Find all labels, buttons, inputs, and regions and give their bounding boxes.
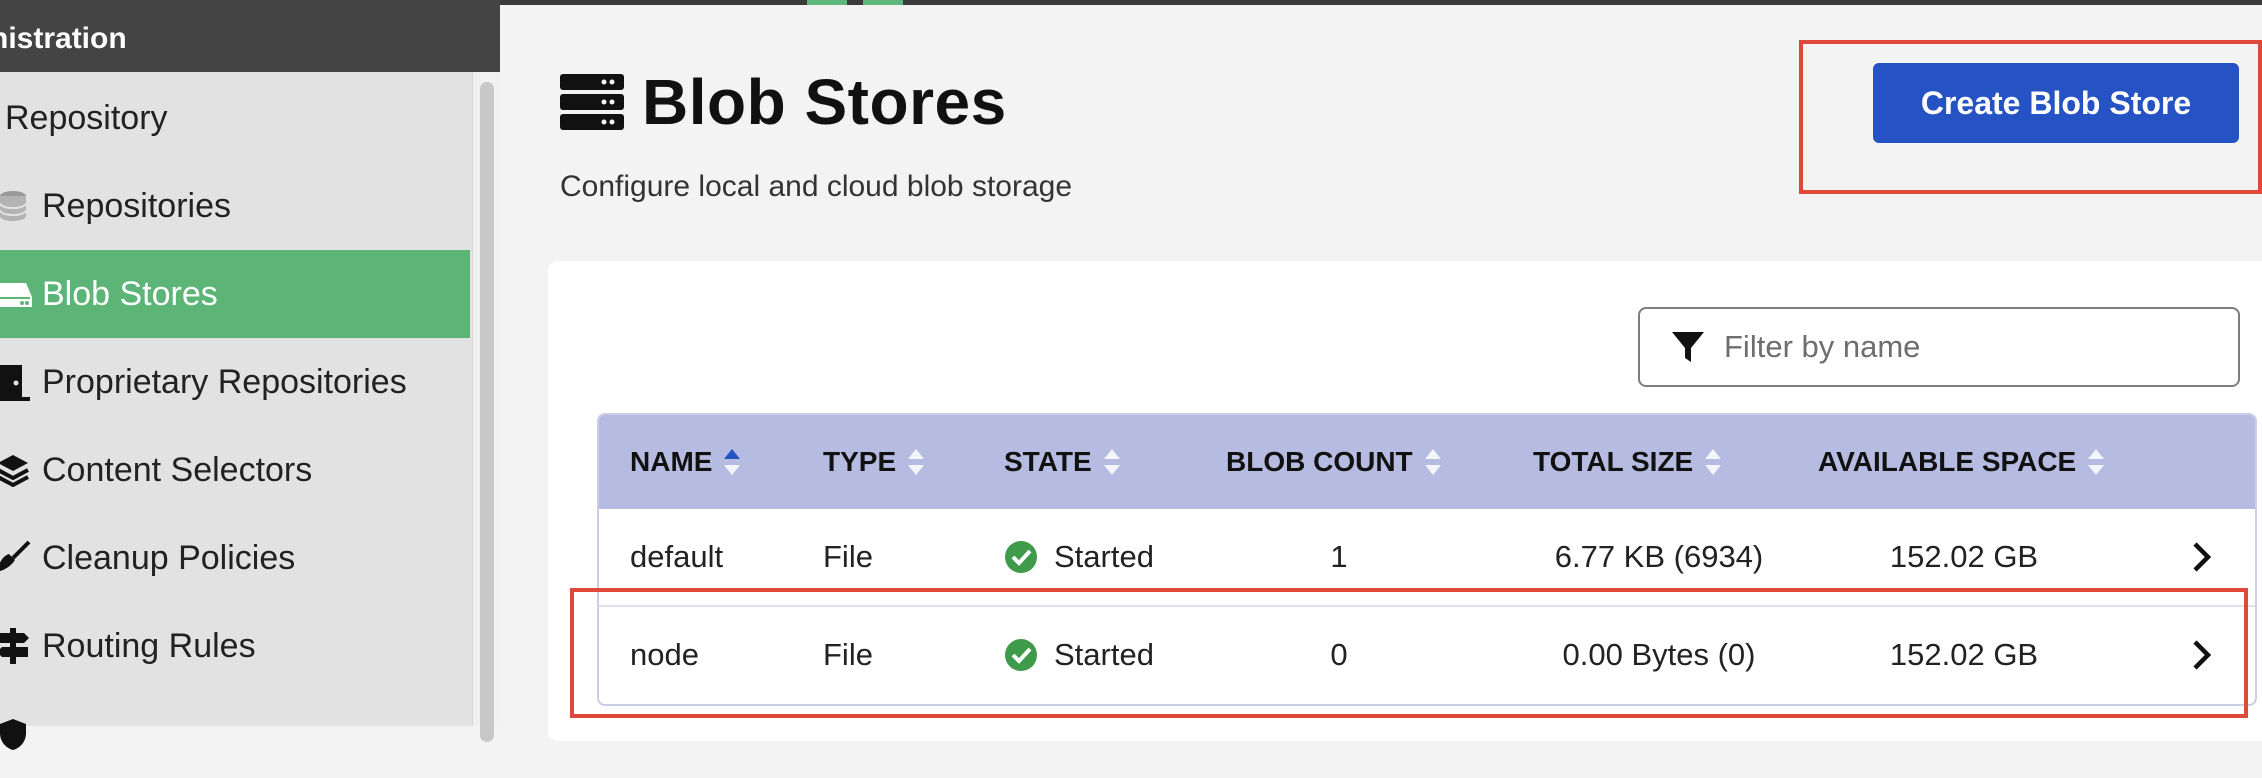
sort-icon <box>1424 449 1441 475</box>
signpost-icon <box>0 625 34 667</box>
broom-icon <box>0 537 34 579</box>
column-header-available-space[interactable]: AVAILABLE SPACE <box>1818 415 2105 509</box>
sidebar-item-label: Proprietary Repositories <box>42 362 407 401</box>
column-label: TYPE <box>823 446 897 477</box>
sort-icon <box>2088 449 2105 475</box>
sidebar-item-content-selectors[interactable]: Content Selectors <box>0 426 470 514</box>
filter-icon <box>1672 332 1704 362</box>
highlight-annotation-node-row <box>570 588 2248 718</box>
sidebar-item-label: Routing Rules <box>42 626 256 665</box>
door-icon <box>0 361 34 403</box>
sort-icon <box>908 449 925 475</box>
server-stack-icon <box>560 74 624 130</box>
sort-icon <box>1103 449 1120 475</box>
column-label: NAME <box>630 446 713 477</box>
page-header: Blob Stores <box>560 65 1007 139</box>
sort-icon <box>1705 449 1722 475</box>
sidebar-item-label: Cleanup Policies <box>42 538 296 577</box>
column-label: STATE <box>1004 446 1092 477</box>
page-subtitle: Configure local and cloud blob storage <box>560 170 1073 203</box>
sidebar-item-cleanup-policies[interactable]: Cleanup Policies <box>0 514 470 602</box>
sidebar-item-label: Repositories <box>42 186 231 225</box>
database-icon <box>0 185 34 227</box>
sidebar-item-routing-rules[interactable]: Routing Rules <box>0 602 470 690</box>
highlight-annotation-create <box>1799 40 2262 194</box>
sidebar-item-proprietary-repositories[interactable]: Proprietary Repositories <box>0 338 470 426</box>
scrollbar-thumb[interactable] <box>480 82 494 742</box>
state-label: Started <box>1054 539 1154 574</box>
column-header-type[interactable]: TYPE <box>823 415 925 509</box>
sidebar-item-cutoff[interactable] <box>0 690 470 778</box>
sidebar-item-label: Content Selectors <box>42 450 313 489</box>
column-header-blob-count[interactable]: BLOB COUNT <box>1226 415 1441 509</box>
layers-icon <box>0 449 34 491</box>
sidebar-item-blob-stores[interactable]: Blob Stores <box>0 250 470 338</box>
sort-icon <box>724 449 741 475</box>
column-header-name[interactable]: NAME <box>630 415 741 509</box>
column-header-total-size[interactable]: TOTAL SIZE <box>1533 415 1722 509</box>
filter-box[interactable] <box>1638 307 2240 387</box>
security-icon <box>0 713 34 755</box>
sidebar-header: nistration <box>0 0 500 72</box>
column-header-state[interactable]: STATE <box>1004 415 1120 509</box>
sidebar: nistration Repository Repositories Blob … <box>0 0 501 750</box>
column-label: BLOB COUNT <box>1226 446 1413 477</box>
check-circle-icon <box>1005 541 1037 573</box>
column-label: TOTAL SIZE <box>1533 446 1694 477</box>
sidebar-group-repository[interactable]: Repository <box>5 90 168 146</box>
hard-drive-icon <box>0 273 34 315</box>
filter-input[interactable] <box>1722 328 2206 366</box>
sidebar-header-label: nistration <box>0 22 127 55</box>
chevron-right-icon <box>2193 542 2212 572</box>
page-title: Blob Stores <box>642 66 1007 138</box>
sidebar-scrollbar[interactable] <box>472 72 501 742</box>
column-label: AVAILABLE SPACE <box>1818 446 2077 477</box>
sidebar-item-label: Blob Stores <box>42 274 218 313</box>
sidebar-item-repositories[interactable]: Repositories <box>0 162 470 250</box>
table-header: NAME TYPE STATE BLOB COUNT TOTAL SIZE AV… <box>599 415 2255 509</box>
